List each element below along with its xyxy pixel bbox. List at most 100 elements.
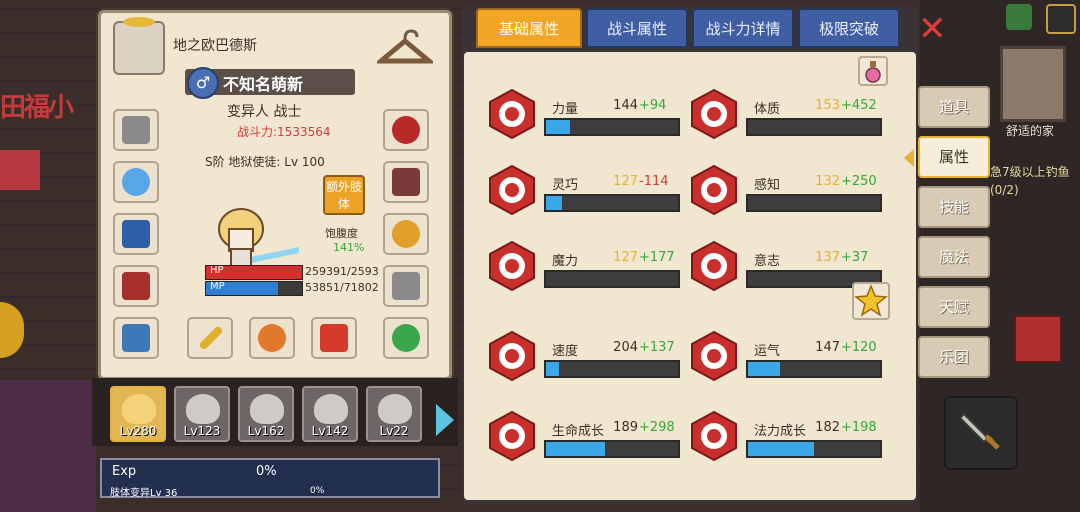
stat-progress-fill [546, 196, 562, 210]
device-slot[interactable] [383, 317, 429, 359]
side-menu-skills[interactable]: 技能 [918, 186, 990, 228]
boots-icon [122, 324, 150, 352]
stat-bonus-value: +452 [841, 98, 877, 113]
character-panel: 地之欧巴德斯 ♂ 不知名萌新 变异人 战士 战斗力:1533564 S阶 地狱使… [98, 10, 452, 380]
hp-label: HP [210, 265, 224, 276]
satiety-label: 饱腹度 [325, 227, 358, 240]
star-button[interactable] [852, 282, 890, 320]
staff-icon [198, 325, 224, 351]
avatar [314, 394, 348, 424]
treasure-box-icon[interactable] [1014, 315, 1062, 363]
potion-button[interactable] [858, 56, 888, 86]
team-member-level: Lv123 [183, 424, 221, 438]
stat-base-value: 127 [613, 174, 638, 189]
tab-power-details[interactable]: 战斗力详情 [692, 8, 794, 48]
necklace-slot[interactable] [113, 161, 159, 203]
armor-slot[interactable] [113, 213, 159, 255]
exp-percent: 0% [256, 464, 277, 479]
life-growth-icon [489, 410, 535, 462]
team-member[interactable]: Lv162 [238, 386, 294, 442]
active-pointer-icon [904, 149, 914, 167]
stat-name: 体质 [754, 102, 781, 117]
side-menu-talent[interactable]: 天赋 [918, 286, 990, 328]
avatar [250, 394, 284, 424]
stat-progress-bar [544, 270, 680, 288]
stat-progress-bar [544, 440, 680, 458]
stat-base-value: 189 [613, 420, 638, 435]
side-menu-band[interactable]: 乐团 [918, 336, 990, 378]
tab-combat-attributes[interactable]: 战斗属性 [586, 8, 688, 48]
team-member-level: Lv280 [119, 424, 157, 438]
side-menu-items[interactable]: 道具 [918, 86, 990, 128]
stat-progress-bar [544, 360, 680, 378]
offhand-slot[interactable] [249, 317, 295, 359]
home-label: 舒适的家 [1006, 124, 1055, 138]
male-gender-icon: ♂ [187, 67, 219, 99]
side-menu-magic[interactable]: 魔法 [918, 236, 990, 278]
stat-base-value: 132 [815, 174, 840, 189]
team-next-arrow-icon[interactable] [436, 404, 454, 436]
gloves-slot[interactable] [383, 161, 429, 203]
exit-icon[interactable] [1046, 4, 1076, 34]
stat-bonus-value: -114 [639, 174, 669, 189]
wardrobe-hanger-icon[interactable] [377, 25, 433, 71]
close-icon[interactable]: ✕ [918, 12, 947, 46]
stat-base-value: 144 [613, 98, 638, 113]
quest-tracker-text[interactable]: 急7级以上钓鱼(0/2) [990, 163, 1080, 199]
stat-base-value: 182 [815, 420, 840, 435]
stat-progress-bar [544, 118, 680, 136]
willpower-icon [691, 240, 737, 292]
title-emblem-icon[interactable] [113, 17, 165, 75]
consumable-slot[interactable] [311, 317, 357, 359]
belt-slot[interactable] [113, 265, 159, 307]
strength-icon [489, 88, 535, 140]
character-name[interactable]: 不知名萌新 [223, 71, 303, 95]
side-menu-attributes[interactable]: 属性 [918, 136, 990, 178]
sword-icon [958, 412, 1000, 450]
stat-bonus-value: +250 [841, 174, 877, 189]
gloves-icon [392, 168, 420, 196]
stat-name: 感知 [754, 178, 781, 193]
weapon-slot[interactable] [187, 317, 233, 359]
mask-icon [392, 116, 420, 144]
team-member[interactable]: Lv123 [174, 386, 230, 442]
hp-bar: HP [205, 265, 303, 280]
stat-name: 速度 [552, 344, 579, 359]
network-icon[interactable] [1006, 4, 1032, 30]
stat-name: 灵巧 [552, 178, 579, 193]
ring-icon [392, 220, 420, 248]
team-member-level: Lv142 [311, 424, 349, 438]
team-member[interactable]: Lv22 [366, 386, 422, 442]
tab-limit-break[interactable]: 极限突破 [798, 8, 900, 48]
stat-bonus-value: +298 [639, 420, 675, 435]
bracer-slot[interactable] [383, 265, 429, 307]
exp-box: Exp 0% 肢体变异Lv 36 0% [100, 458, 440, 499]
ring-slot[interactable] [383, 213, 429, 255]
team-member[interactable]: Lv142 [302, 386, 358, 442]
tab-basic-attributes[interactable]: 基础属性 [476, 8, 582, 48]
character-rank: S阶 地狱使徒: Lv 100 [205, 155, 325, 169]
stat-progress-bar [746, 440, 882, 458]
weapon-quick-slot[interactable] [944, 396, 1018, 470]
constitution-icon [691, 88, 737, 140]
stat-progress-bar [746, 194, 882, 212]
device-icon [392, 324, 420, 352]
stat-progress-fill [748, 442, 814, 456]
armor-icon [122, 220, 150, 248]
team-member-level: Lv162 [247, 424, 285, 438]
home-room-tile[interactable] [1000, 46, 1066, 122]
bracer-icon [392, 272, 420, 300]
speed-icon [489, 330, 535, 382]
agility-icon [489, 164, 535, 216]
extra-limb-button[interactable]: 额外肢体 [323, 175, 365, 215]
luck-icon [691, 330, 737, 382]
world-decoration-purple [0, 380, 96, 512]
team-member[interactable]: Lv280 [110, 386, 166, 442]
stat-name: 力量 [552, 102, 579, 117]
mask-slot[interactable] [383, 109, 429, 151]
stat-bonus-value: +94 [639, 98, 667, 113]
mutation-label: 肢体变异Lv 36 [110, 488, 178, 499]
helmet-slot[interactable] [113, 109, 159, 151]
stat-bonus-value: +120 [841, 340, 877, 355]
boots-slot[interactable] [113, 317, 159, 359]
